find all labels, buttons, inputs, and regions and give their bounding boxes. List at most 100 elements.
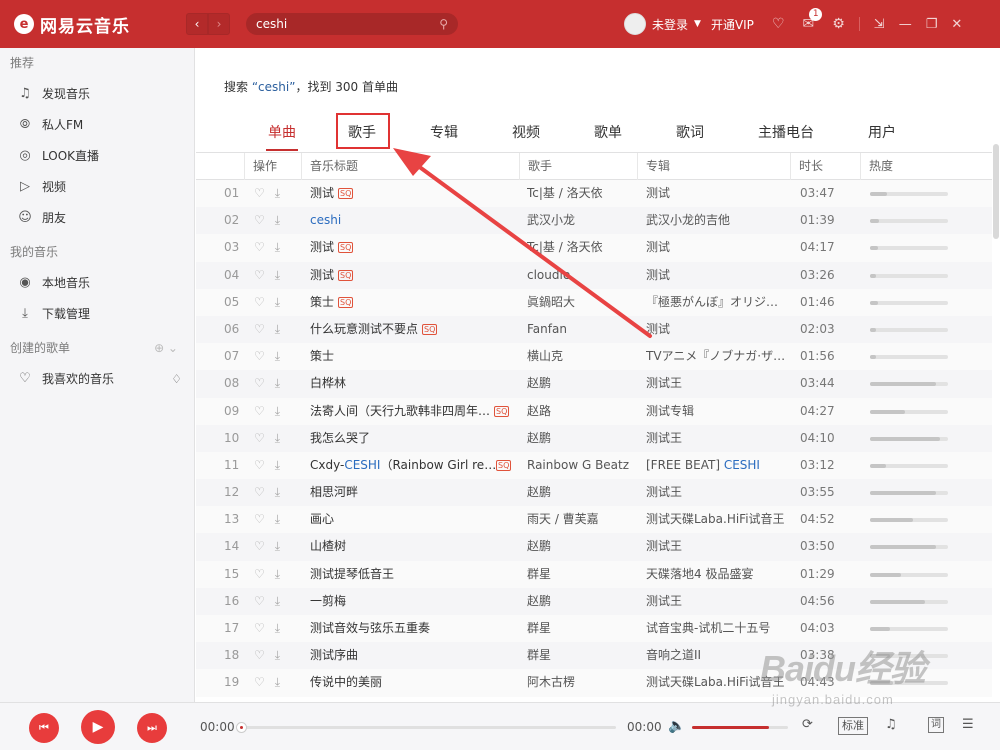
download-icon[interactable]: ⤓ xyxy=(275,295,280,309)
like-heart-icon[interactable]: ♡ xyxy=(254,512,265,526)
song-title[interactable]: 测试提琴低音王 xyxy=(310,561,516,588)
song-title[interactable]: ceshi xyxy=(310,207,516,234)
sidebar-item-downloads[interactable]: ⤓ 下载管理 xyxy=(0,298,194,329)
album-name[interactable]: 音响之道II xyxy=(646,642,788,669)
download-icon[interactable]: ⤓ xyxy=(275,567,280,581)
download-icon[interactable]: ⤓ xyxy=(275,240,280,254)
previous-track-button[interactable]: ⏮ xyxy=(29,713,59,743)
scrollbar[interactable] xyxy=(992,48,1000,702)
like-heart-icon[interactable]: ♡ xyxy=(254,404,265,418)
artist-name[interactable]: Rainbow G Beatz xyxy=(527,452,639,479)
artist-name[interactable]: 赵鹏 xyxy=(527,425,639,452)
artist-name[interactable]: 赵鹏 xyxy=(527,479,639,506)
back-button[interactable]: ‹ xyxy=(186,13,208,35)
search-icon[interactable]: ⚲ xyxy=(439,17,448,31)
chevron-down-icon[interactable]: ▼ xyxy=(694,19,701,29)
like-heart-icon[interactable]: ♡ xyxy=(254,322,265,336)
sidebar-item-look-live[interactable]: ◎ LOOK直播 xyxy=(0,140,194,171)
table-row[interactable]: 05 ♡ ⤓ 策士 SQ 眞鍋昭大 『極悪がんぼ』オリジ… 01:46 xyxy=(196,288,992,316)
sidebar-item-liked-music[interactable]: ♡ 我喜欢的音乐 ♢ xyxy=(0,363,194,394)
download-icon[interactable]: ⤓ xyxy=(275,539,280,553)
tab-playlists[interactable]: 歌单 xyxy=(578,122,638,152)
table-row[interactable]: 11 ♡ ⤓ Cxdy-CESHI（Rainbow Girl re… SQ Rainbow… xyxy=(196,451,992,480)
avatar[interactable] xyxy=(624,13,646,35)
table-row[interactable]: 10 ♡ ⤓ 我怎么哭了 赵鹏 测试王 04:10 xyxy=(196,424,992,452)
song-title[interactable]: 策士 xyxy=(310,343,516,370)
play-button[interactable]: ▶ xyxy=(81,710,115,744)
album-name[interactable]: 测试王 xyxy=(646,479,788,506)
song-title[interactable]: 我怎么哭了 xyxy=(310,425,516,452)
minimize-icon[interactable]: — xyxy=(899,17,912,32)
table-row[interactable]: 09 ♡ ⤓ 法寄人间（天行九歌韩非四周年… SQ 赵路 测试专辑 04:27 xyxy=(196,397,992,425)
like-heart-icon[interactable]: ♡ xyxy=(254,268,265,282)
table-row[interactable]: 18 ♡ ⤓ 测试序曲 群星 音响之道II 03:38 xyxy=(196,642,992,670)
like-heart-icon[interactable]: ♡ xyxy=(254,295,265,309)
forward-button[interactable]: › xyxy=(208,13,230,35)
table-row[interactable]: 02 ♡ ⤓ ceshi 武汉小龙 武汉小龙的吉他 01:39 xyxy=(196,207,992,235)
scrollbar-thumb[interactable] xyxy=(993,144,999,239)
sidebar-item-discover[interactable]: ♫ 发现音乐 xyxy=(0,78,194,109)
artist-name[interactable]: 横山克 xyxy=(527,343,639,370)
download-icon[interactable]: ⤓ xyxy=(275,349,280,363)
like-heart-icon[interactable]: ♡ xyxy=(254,567,265,581)
song-title[interactable]: 测试 SQ xyxy=(310,262,516,289)
album-name[interactable]: 测试天碟Laba.HiFi试音王 xyxy=(646,669,788,696)
song-title[interactable]: 一剪梅 xyxy=(310,588,516,615)
header-duration[interactable]: 时长 xyxy=(790,153,860,180)
like-heart-icon[interactable]: ♡ xyxy=(254,376,265,390)
table-row[interactable]: 07 ♡ ⤓ 策士 横山克 TVアニメ『ノブナガ·ザ… 01:56 xyxy=(196,343,992,371)
song-title[interactable]: 测试音效与弦乐五重奏 xyxy=(310,615,516,642)
like-heart-icon[interactable]: ♡ xyxy=(254,458,265,472)
download-icon[interactable]: ⤓ xyxy=(275,458,280,472)
search-input[interactable] xyxy=(256,17,440,31)
song-title[interactable]: 相思河畔 xyxy=(310,479,516,506)
download-icon[interactable]: ⤓ xyxy=(275,431,280,445)
artist-name[interactable]: 群星 xyxy=(527,561,639,588)
album-name[interactable]: 测试王 xyxy=(646,370,788,397)
table-row[interactable]: 06 ♡ ⤓ 什么玩意测试不要点 SQ Fanfan 测试 02:03 xyxy=(196,315,992,344)
like-heart-icon[interactable]: ♡ xyxy=(254,594,265,608)
table-row[interactable]: 14 ♡ ⤓ 山楂树 赵鹏 测试王 03:50 xyxy=(196,533,992,561)
download-icon[interactable]: ⤓ xyxy=(275,186,280,200)
album-name[interactable]: 武汉小龙的吉他 xyxy=(646,207,788,234)
song-title[interactable]: 传说中的美丽 xyxy=(310,669,516,696)
album-name[interactable]: 测试 xyxy=(646,262,788,289)
table-row[interactable]: 19 ♡ ⤓ 传说中的美丽 阿木古楞 测试天碟Laba.HiFi试音王 04:43 xyxy=(196,669,992,697)
artist-name[interactable]: Tc|基 / 洛天依 xyxy=(527,180,639,207)
album-name[interactable]: [FREE BEAT] CESHI xyxy=(646,452,788,479)
download-icon[interactable]: ⤓ xyxy=(275,648,280,662)
tab-radio[interactable]: 主播电台 xyxy=(756,122,816,152)
album-name[interactable]: 『極悪がんぼ』オリジ… xyxy=(646,289,788,316)
album-name[interactable]: 测试王 xyxy=(646,425,788,452)
song-title[interactable]: 什么玩意测试不要点 SQ xyxy=(310,316,516,343)
album-name[interactable]: 测试天碟Laba.HiFi试音王 xyxy=(646,506,788,533)
song-title[interactable]: 法寄人间（天行九歌韩非四周年… SQ xyxy=(310,398,516,425)
settings-gear-icon[interactable]: ⚙ xyxy=(832,16,845,32)
table-row[interactable]: 15 ♡ ⤓ 测试提琴低音王 群星 天碟落地4 极品盛宴 01:29 xyxy=(196,560,992,588)
app-logo[interactable]: e 网易云音乐 xyxy=(14,12,186,37)
table-row[interactable]: 04 ♡ ⤓ 测试 SQ cloudie 测试 03:26 xyxy=(196,261,992,289)
artist-name[interactable]: Fanfan xyxy=(527,316,639,343)
like-heart-icon[interactable]: ♡ xyxy=(254,186,265,200)
album-name[interactable]: 测试 xyxy=(646,316,788,343)
song-title[interactable]: 画心 xyxy=(310,506,516,533)
like-heart-icon[interactable]: ♡ xyxy=(254,431,265,445)
close-icon[interactable]: ✕ xyxy=(951,17,962,32)
volume-icon[interactable]: 🔈 xyxy=(668,718,685,734)
download-icon[interactable]: ⤓ xyxy=(275,213,280,227)
tab-lyrics[interactable]: 歌词 xyxy=(660,122,720,152)
download-icon[interactable]: ⤓ xyxy=(275,594,280,608)
like-heart-icon[interactable]: ♡ xyxy=(254,213,265,227)
artist-name[interactable]: 群星 xyxy=(527,642,639,669)
artist-name[interactable]: 赵鹏 xyxy=(527,588,639,615)
login-link[interactable]: 未登录 xyxy=(652,16,688,33)
sidebar-item-friends[interactable]: ☺ 朋友 xyxy=(0,202,194,233)
add-playlist-icon[interactable]: ⊕ ⌄ xyxy=(154,333,178,363)
album-name[interactable]: TVアニメ『ノブナガ·ザ… xyxy=(646,343,788,370)
artist-name[interactable]: 群星 xyxy=(527,615,639,642)
album-name[interactable]: 试音宝典-试机二十五号 xyxy=(646,615,788,642)
download-icon[interactable]: ⤓ xyxy=(275,376,280,390)
download-icon[interactable]: ⤓ xyxy=(275,675,280,689)
song-title[interactable]: 测试 SQ xyxy=(310,180,516,207)
artist-name[interactable]: Tc|基 / 洛天依 xyxy=(527,234,639,261)
